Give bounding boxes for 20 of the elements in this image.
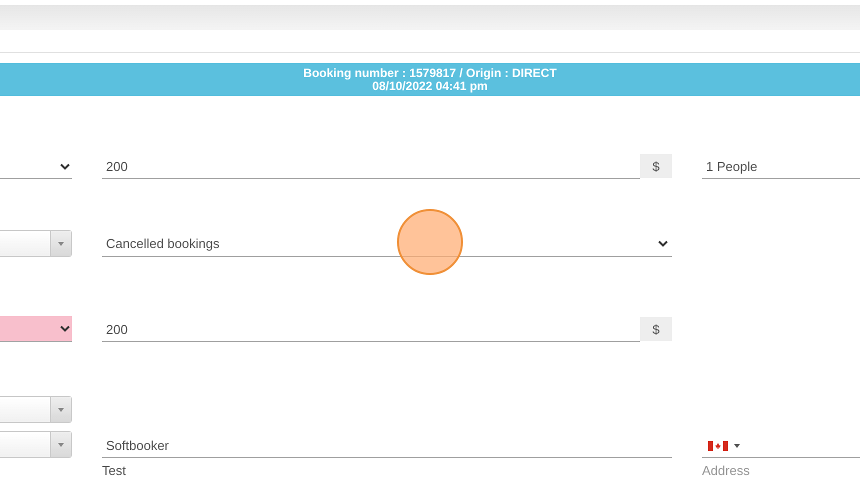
combo-box[interactable]	[0, 431, 72, 458]
amount-field[interactable]: 200	[102, 155, 640, 179]
chevron-down-icon	[60, 325, 70, 332]
combo-box[interactable]	[0, 230, 72, 257]
caret-icon	[58, 442, 64, 446]
chevron-down-icon	[60, 163, 70, 170]
caret-icon	[58, 408, 64, 412]
caret-icon	[58, 242, 64, 246]
currency-addon: $	[640, 317, 672, 341]
amount-field[interactable]: 200	[102, 318, 640, 342]
field-value: Test	[102, 463, 126, 478]
combo-box[interactable]	[0, 396, 72, 423]
booking-date: 08/10/2022 04:41 pm	[372, 80, 488, 92]
booking-title: Booking number : 1579817 / Origin : DIRECT	[303, 66, 557, 80]
country-flag-icon[interactable]	[708, 440, 740, 450]
currency-addon: $	[640, 154, 672, 178]
chevron-down-icon	[658, 240, 668, 247]
people-field[interactable]: 1 People	[702, 155, 860, 179]
dropdown[interactable]	[0, 316, 72, 342]
name-field[interactable]: Softbooker	[102, 434, 672, 458]
